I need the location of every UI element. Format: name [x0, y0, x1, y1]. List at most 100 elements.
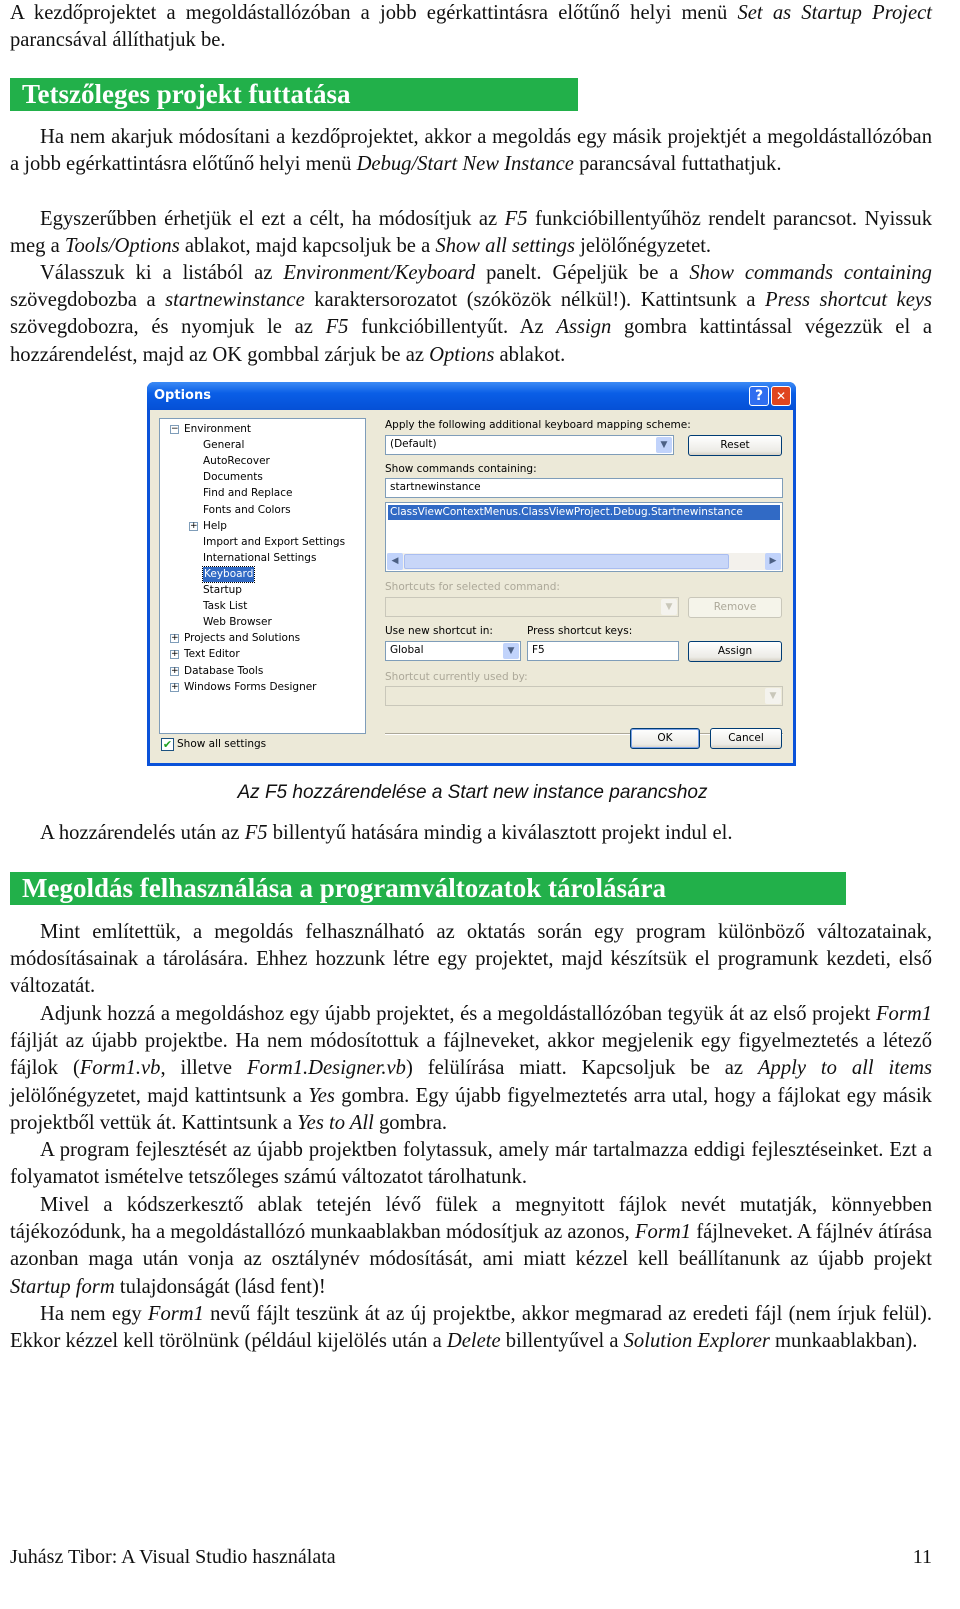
expand-icon[interactable]: + — [170, 650, 179, 660]
emphasis-text: F5 — [504, 208, 528, 230]
tree-item[interactable]: Keyboard — [201, 565, 256, 583]
text-run: ablakot, majd kapcsoljuk be a — [179, 235, 436, 258]
close-icon[interactable]: ✕ — [771, 386, 791, 406]
paragraph: Ha nem egy Form1 nevű fájlt teszünk át a… — [10, 1301, 932, 1355]
show-commands-input[interactable]: startnewinstance — [385, 478, 783, 498]
dialog-title: Options — [154, 388, 211, 403]
text-run: szövegdobozba a — [10, 289, 166, 312]
chevron-down-icon[interactable]: ▼ — [503, 643, 519, 659]
commands-list[interactable]: ClassViewContextMenus.ClassViewProject.D… — [385, 502, 783, 572]
tree-item[interactable]: Help — [203, 519, 227, 534]
emphasis-text: Form1 — [875, 1003, 932, 1025]
text-run: jelölőnégyzetet, majd kattintsunk a — [10, 1084, 309, 1107]
ok-button[interactable]: OK — [630, 728, 700, 749]
emphasis-text: Yes to All — [297, 1111, 374, 1134]
tree-item[interactable]: Projects and Solutions — [184, 631, 300, 646]
use-shortcut-in-select[interactable]: Global ▼ — [385, 641, 521, 661]
press-shortcut-keys-label: Press shortcut keys: — [527, 625, 633, 637]
use-shortcut-in-value: Global — [390, 644, 424, 656]
chevron-down-icon: ▼ — [661, 599, 677, 615]
expand-icon[interactable]: + — [170, 666, 179, 676]
tree-item[interactable]: Database Tools — [184, 664, 263, 679]
text-run: munkaablakban). — [769, 1330, 918, 1353]
text-run: Mint említettük, a megoldás felhasználha… — [10, 921, 932, 998]
expand-icon[interactable]: + — [189, 521, 198, 531]
help-icon[interactable]: ? — [749, 386, 769, 406]
tree-item[interactable]: Import and Export Settings — [203, 535, 345, 550]
scroll-left-icon[interactable]: ◀ — [387, 553, 403, 570]
text-run: funkcióbillentyűt. Az — [348, 316, 557, 339]
section-heading: Tetszőleges projekt futtatása — [10, 78, 578, 111]
text-run: billentyű hatására mindig a kiválasztott… — [267, 822, 733, 844]
tree-item[interactable]: Text Editor — [184, 647, 240, 662]
paragraph: A program fejlesztését az újabb projektb… — [10, 1137, 932, 1191]
shortcuts-label: Shortcuts for selected command: — [385, 581, 560, 593]
text-run: szövegdobozra, és nyomjuk le az — [10, 316, 326, 339]
paragraph: Mivel a kódszerkesztő ablak tetején lévő… — [10, 1192, 932, 1301]
tree-item[interactable]: Startup — [203, 583, 242, 598]
emphasis-text: Press shortcut keys — [765, 289, 932, 312]
emphasis-text: Debug/Start New Instance — [356, 153, 574, 176]
title-bar: Options ? ✕ — [147, 382, 796, 410]
show-all-settings-label[interactable]: Show all settings — [177, 738, 266, 750]
shortcuts-select: ▼ — [385, 597, 679, 617]
emphasis-text: F5 — [325, 316, 349, 339]
text-run: karaktersorozatot (szóközök nélkül!). Ka… — [304, 289, 766, 312]
tree-item[interactable]: International Settings — [203, 551, 316, 566]
reset-button[interactable]: Reset — [688, 435, 782, 456]
horizontal-scrollbar[interactable]: ◀ ▶ — [387, 553, 781, 570]
emphasis-text: Show commands containing — [689, 262, 932, 284]
emphasis-text: Startup form — [10, 1275, 115, 1298]
scroll-thumb[interactable] — [404, 554, 729, 569]
assign-button[interactable]: Assign — [688, 641, 782, 662]
mapping-scheme-select[interactable]: (Default) ▼ — [385, 435, 674, 455]
text-run: A hozzárendelés után az — [40, 822, 245, 844]
scroll-right-icon[interactable]: ▶ — [765, 553, 781, 570]
use-shortcut-in-label: Use new shortcut in: — [385, 625, 493, 637]
emphasis-text: Options — [429, 343, 495, 366]
tree-item[interactable]: Documents — [203, 470, 263, 485]
text-run: ) felülírása miatt. Kapcsoljuk be az — [405, 1057, 758, 1080]
collapse-icon[interactable]: − — [170, 425, 179, 434]
text-run: A kezdőprojektet a megoldástallózóban a … — [10, 2, 738, 24]
tree-item[interactable]: General — [203, 438, 244, 453]
tree-item[interactable]: Environment — [184, 422, 251, 437]
used-by-label: Shortcut currently used by: — [385, 671, 528, 683]
expand-icon[interactable]: + — [170, 634, 179, 644]
tree-item[interactable]: Fonts and Colors — [203, 503, 291, 518]
cancel-button[interactable]: Cancel — [710, 728, 782, 749]
show-all-settings-checkbox[interactable]: ✔ — [161, 738, 174, 751]
text-run: , illetve — [160, 1057, 247, 1080]
expand-icon[interactable]: + — [170, 682, 179, 692]
settings-tree[interactable]: − Environment General AutoRecover Documents F… — [159, 418, 366, 734]
mapping-scheme-value: (Default) — [390, 438, 437, 450]
list-item[interactable]: ClassViewContextMenus.ClassViewProject.D… — [388, 505, 780, 520]
emphasis-text: Apply to all items — [757, 1057, 932, 1080]
tree-item[interactable]: Task List — [203, 599, 247, 614]
emphasis-text: Form1 — [634, 1221, 692, 1244]
chevron-down-icon: ▼ — [765, 688, 781, 704]
footer-title: Juhász Tibor: A Visual Studio használata — [10, 1546, 336, 1568]
tree-item[interactable]: Windows Forms Designer — [184, 680, 317, 695]
show-commands-label: Show commands containing: — [385, 463, 537, 475]
paragraph: A hozzárendelés után az F5 billentyű hat… — [10, 820, 932, 847]
text-run: billentyűvel a — [500, 1330, 624, 1353]
chevron-down-icon[interactable]: ▼ — [656, 437, 672, 453]
tree-item[interactable]: AutoRecover — [203, 454, 270, 469]
tree-item[interactable]: Find and Replace — [203, 486, 292, 501]
press-shortcut-keys-input[interactable]: F5 — [527, 641, 679, 661]
paragraph: A kezdőprojektet a megoldástallózóban a … — [10, 0, 932, 54]
emphasis-text: Yes — [308, 1084, 335, 1107]
text-run: jelölőnégyzetet. — [574, 235, 712, 258]
text-run: gombra. — [373, 1111, 448, 1134]
emphasis-text: Form1.Designer.vb — [246, 1057, 406, 1080]
emphasis-text: Solution Explorer — [623, 1330, 770, 1353]
text-run: Ha nem egy — [40, 1303, 148, 1325]
figure-caption: Az F5 hozzárendelése a Start new instanc… — [237, 782, 708, 803]
paragraph: Egyszerűbben érhetjük el ezt a célt, ha … — [10, 206, 932, 260]
tree-item[interactable]: Web Browser — [203, 615, 272, 630]
emphasis-text: Form1 — [147, 1303, 204, 1325]
emphasis-text: Assign — [556, 316, 612, 339]
paragraph: Ha nem akarjuk módosítani a kezdőprojekt… — [10, 124, 932, 178]
text-run: Egyszerűbben érhetjük el ezt a célt, ha … — [40, 208, 505, 230]
